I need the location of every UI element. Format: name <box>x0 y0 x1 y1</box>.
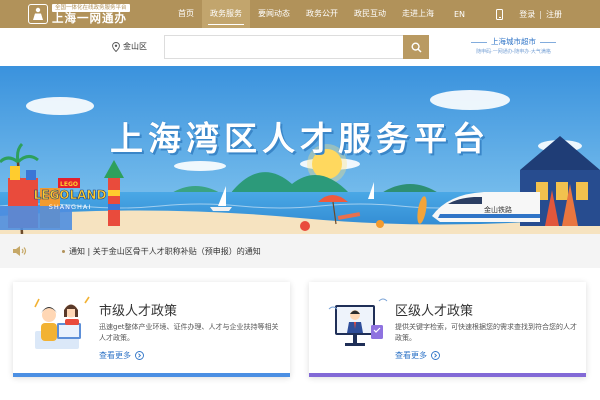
city-brand-title: 上海城市超市 <box>456 37 571 47</box>
location-selector[interactable]: 金山区 <box>112 41 147 52</box>
map-pin-icon <box>112 41 120 52</box>
nav-news[interactable]: 要闻动态 <box>250 0 298 28</box>
nav-home[interactable]: 首页 <box>170 0 202 28</box>
city-brand-link[interactable]: 上海城市超市 随申码·一网通办·随申办·大气满格 <box>456 37 571 57</box>
card-title: 市级人才政策 <box>99 304 178 319</box>
search-icon <box>410 41 422 53</box>
search-button[interactable] <box>403 35 429 59</box>
notice-bar: 通知 | 关于金山区骨干人才职称补贴（预申报）的通知 <box>0 234 600 268</box>
login-link[interactable]: 登录 <box>519 9 535 20</box>
speaker-icon <box>13 246 27 256</box>
presenter-illustration-icon <box>328 298 388 346</box>
nav-about-shanghai[interactable]: 走进上海 <box>394 0 442 28</box>
card-accent-bar <box>309 373 586 377</box>
location-label: 金山区 <box>123 42 147 51</box>
card-title: 区级人才政策 <box>395 304 474 319</box>
login-divider: | <box>539 9 542 19</box>
city-brand-subtitle: 随申码·一网通办·随申办·大气满格 <box>476 49 551 55</box>
notice-bullet <box>62 249 65 253</box>
view-more-label: 查看更多 <box>395 351 427 360</box>
view-more-link[interactable]: 查看更多 <box>99 350 281 361</box>
mobile-phone-icon[interactable] <box>496 8 504 20</box>
legoland-logo-sub: SHANGHAI <box>49 203 92 211</box>
city-policy-card[interactable]: 市级人才政策 迅速get整体产业环境、证件办理、人才与企业扶持等相关人才政策。 … <box>13 282 290 377</box>
card-description: 提供关键字检索，可快速根据您的需求查找到符合您的人才政策。 <box>395 323 577 342</box>
legoland-logo-text: LEGOLAND <box>34 188 107 202</box>
register-link[interactable]: 注册 <box>546 9 562 20</box>
nav-interaction[interactable]: 政民互动 <box>346 0 394 28</box>
search-input[interactable] <box>164 35 429 59</box>
view-more-link[interactable]: 查看更多 <box>395 350 577 361</box>
view-more-label: 查看更多 <box>99 351 131 360</box>
svg-text:LEGO: LEGO <box>60 181 78 188</box>
card-accent-bar <box>13 373 290 377</box>
nav-government-services[interactable]: 政务服务 <box>202 0 250 28</box>
person-emblem-icon <box>28 4 48 24</box>
train-label: 金山铁路 <box>484 205 512 214</box>
logo-title: 上海一网通办 <box>52 10 127 25</box>
card-description: 迅速get整体产业环境、证件办理、人才与企业扶持等相关人才政策。 <box>99 323 279 342</box>
language-switch[interactable]: EN <box>454 10 465 19</box>
main-nav: 首页 政务服务 要闻动态 政务公开 政民互动 走进上海 <box>170 0 442 28</box>
top-nav-bar: 全国一体化在线政务服务平台 上海一网通办 首页 政务服务 要闻动态 政务公开 政… <box>0 0 600 28</box>
search-row: 金山区 上海城市超市 随申码·一网通办·随申办·大气满格 <box>0 28 600 66</box>
team-illustration-icon <box>34 296 90 349</box>
district-policy-card[interactable]: 区级人才政策 提供关键字检索，可快速根据您的需求查找到符合您的人才政策。 查看更… <box>309 282 586 377</box>
hero-banner[interactable]: 金山铁路 LEGO LEGOLAND SHANGHAI 上海湾区人才服务平台 <box>0 66 600 234</box>
arrow-right-circle-icon <box>431 351 440 360</box>
nav-open-government[interactable]: 政务公开 <box>298 0 346 28</box>
arrow-right-circle-icon <box>135 351 144 360</box>
site-logo[interactable]: 全国一体化在线政务服务平台 上海一网通办 <box>28 3 152 25</box>
banner-title: 上海湾区人才服务平台 <box>110 119 490 158</box>
notice-link[interactable]: 通知 | 关于金山区骨干人才职称补贴（预申报）的通知 <box>69 246 261 257</box>
